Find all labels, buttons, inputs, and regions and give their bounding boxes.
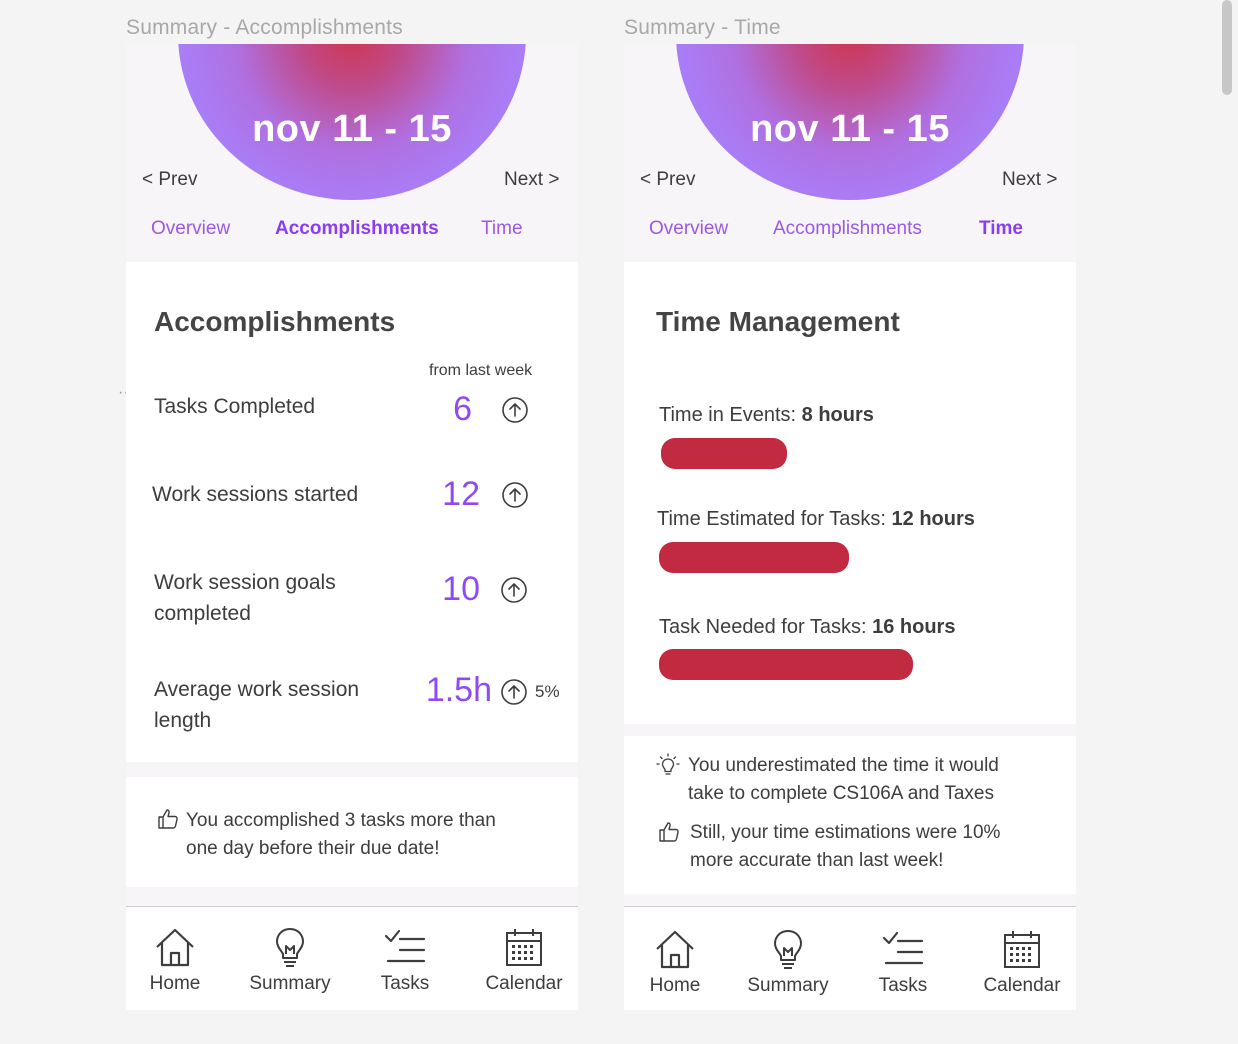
row-label-line: completed <box>154 602 251 625</box>
nav-home[interactable]: Home <box>640 927 710 1010</box>
row-value-tasks-completed: 6 <box>453 390 472 428</box>
phone-accomplishments: nov 11 - 15 < Prev Next > Overview Accom… <box>126 44 578 1010</box>
tab-overview[interactable]: Overview <box>649 218 728 240</box>
tip-line: more accurate than last week! <box>690 850 944 871</box>
prev-week-button[interactable]: < Prev <box>640 169 695 191</box>
summary-tabs: Overview Accomplishments Time <box>624 218 1076 248</box>
bar-label-events: Time in Events: 8 hours <box>659 404 874 427</box>
tip-line: Still, your time estimations were 10% <box>690 822 1001 843</box>
time-management-card: Time Management Time in Events: 8 hours … <box>624 262 1076 724</box>
bar-amount: 8 hours <box>801 404 874 426</box>
home-icon <box>656 930 694 969</box>
estimation-tip: Still, your time estimations were 10% mo… <box>690 819 1000 875</box>
bar-amount: 16 hours <box>872 616 956 638</box>
arrow-up-circle-icon <box>501 577 527 603</box>
row-label-line: Work session goals <box>154 571 336 594</box>
accomplishments-card: Accomplishments from last week Tasks Com… <box>126 262 578 762</box>
arrow-up-circle-icon <box>501 679 527 705</box>
change-percent: 5% <box>535 682 560 701</box>
nav-tasks-label: Tasks <box>380 973 430 994</box>
tip-line: take to complete CS106A and Taxes <box>688 783 994 804</box>
frame-label-accomplishments: Summary - Accomplishments <box>126 16 403 39</box>
bar-label-text: Task Needed for Tasks: <box>659 616 873 638</box>
lightbulb-icon <box>774 930 802 969</box>
next-week-button[interactable]: Next > <box>504 169 559 191</box>
bar-label-text: Time in Events: <box>659 404 802 426</box>
prev-week-button[interactable]: < Prev <box>142 169 197 191</box>
row-label-line: Average work session <box>154 678 360 701</box>
checklist-icon <box>882 931 924 965</box>
page-scrollbar[interactable] <box>1222 0 1232 95</box>
nav-calendar[interactable]: Calendar <box>974 927 1070 1010</box>
row-label-line: length <box>154 709 212 732</box>
nav-calendar-label: Calendar <box>983 975 1061 996</box>
tab-time[interactable]: Time <box>481 218 523 240</box>
row-label-work-session-goals: Work session goals completed <box>154 567 336 629</box>
nav-calendar-label: Calendar <box>485 973 563 994</box>
row-value-work-session-goals: 10 <box>442 570 480 608</box>
row-value-average-session-length: 1.5h <box>425 671 492 709</box>
tab-time[interactable]: Time <box>979 218 1023 240</box>
row-label-tasks-completed: Tasks Completed <box>154 395 316 418</box>
bottom-nav: Home Summary Tasks Calendar <box>126 906 578 1010</box>
accomplishments-title: Accomplishments <box>154 306 396 337</box>
tab-overview[interactable]: Overview <box>151 218 230 240</box>
bar-label-needed: Task Needed for Tasks: 16 hours <box>659 616 955 639</box>
bar-label-estimated: Time Estimated for Tasks: 12 hours <box>657 508 975 531</box>
phone-time: nov 11 - 15 < Prev Next > Overview Accom… <box>624 44 1076 1010</box>
nav-summary-label: Summary <box>747 975 829 996</box>
nav-tasks[interactable]: Tasks <box>370 925 440 1010</box>
nav-summary[interactable]: Summary <box>240 925 340 1010</box>
summary-tabs: Overview Accomplishments Time <box>126 218 578 248</box>
bar-needed <box>659 649 913 680</box>
nav-home-label: Home <box>649 975 701 996</box>
calendar-icon <box>506 929 542 966</box>
nav-home[interactable]: Home <box>140 925 210 1010</box>
tab-accomplishments[interactable]: Accomplishments <box>773 218 922 240</box>
tip-line: You accomplished 3 tasks more than <box>186 810 496 831</box>
nav-summary-label: Summary <box>249 973 331 994</box>
date-range-title: nov 11 - 15 <box>252 108 452 150</box>
nav-summary[interactable]: Summary <box>738 927 838 1010</box>
row-label-average-session-length: Average work session length <box>154 674 359 736</box>
bottom-nav: Home Summary Tasks Calendar <box>624 906 1076 1010</box>
tip-line: one day before their due date! <box>186 838 440 859</box>
calendar-icon <box>1004 931 1040 968</box>
underestimate-tip: You underestimated the time it would tak… <box>688 752 999 808</box>
nav-home-label: Home <box>149 973 201 994</box>
row-value-work-sessions-started: 12 <box>442 475 480 513</box>
bar-events <box>661 438 787 469</box>
lightbulb-icon <box>276 928 304 967</box>
nav-tasks[interactable]: Tasks <box>868 927 938 1010</box>
arrow-up-circle-icon <box>502 482 528 508</box>
time-management-title: Time Management <box>656 306 900 337</box>
lightbulb-icon <box>656 753 680 775</box>
accomplishment-tip: You accomplished 3 tasks more than one d… <box>186 807 496 863</box>
tab-accomplishments[interactable]: Accomplishments <box>275 218 439 240</box>
from-last-week-label: from last week <box>429 362 533 379</box>
checklist-icon <box>384 929 426 963</box>
tip-line: You underestimated the time it would <box>688 755 999 776</box>
bar-estimated <box>659 542 849 573</box>
date-range-title: nov 11 - 15 <box>750 108 950 150</box>
thumbs-up-icon <box>659 822 679 842</box>
home-icon <box>156 928 194 967</box>
accomplishments-tip-card: You accomplished 3 tasks more than one d… <box>126 777 578 887</box>
nav-calendar[interactable]: Calendar <box>476 925 572 1010</box>
time-tips-card: You underestimated the time it would tak… <box>624 736 1076 894</box>
nav-tasks-label: Tasks <box>878 975 928 996</box>
row-label-work-sessions-started: Work sessions started <box>152 483 359 506</box>
next-week-button[interactable]: Next > <box>1002 169 1057 191</box>
arrow-up-circle-icon <box>502 397 528 423</box>
bar-label-text: Time Estimated for Tasks: <box>657 508 892 530</box>
thumbs-up-icon <box>158 809 178 829</box>
bar-amount: 12 hours <box>891 508 975 530</box>
frame-label-time: Summary - Time <box>624 16 781 39</box>
